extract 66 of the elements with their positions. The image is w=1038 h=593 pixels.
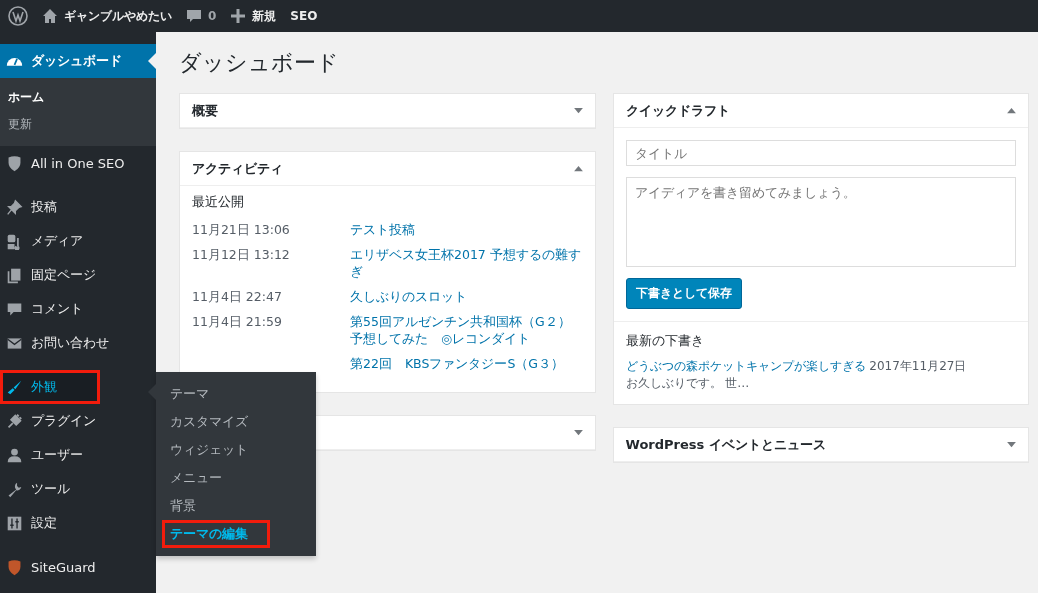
shield-icon xyxy=(6,154,23,172)
panel-title: アクティビティ xyxy=(192,159,283,178)
home-icon[interactable] xyxy=(42,8,58,24)
plug-icon xyxy=(6,412,23,430)
menu-item[interactable]: 固定ページ xyxy=(0,258,156,292)
title-input[interactable]: タイトル xyxy=(625,140,1016,166)
submenu-item[interactable]: 更新 xyxy=(0,111,156,138)
submenu-item[interactable]: ホーム xyxy=(0,84,156,111)
pages-icon xyxy=(6,266,23,284)
menu-item[interactable]: ユーザー xyxy=(0,438,156,472)
menu-item[interactable]: 外観 xyxy=(0,370,100,404)
submenu-item[interactable]: ウィジェット xyxy=(156,436,316,464)
panel-title: 概要 xyxy=(192,101,218,120)
sliders-icon xyxy=(6,514,23,532)
media-icon xyxy=(6,232,23,250)
site-name-link[interactable]: ギャンブルやめたい xyxy=(64,7,172,25)
menu-item[interactable]: ツール xyxy=(0,472,156,506)
pin-icon xyxy=(6,198,23,216)
save-draft-button[interactable]: 下書きとして保存 xyxy=(625,278,742,309)
menu-item[interactable]: メディア xyxy=(0,224,156,258)
post-date: 11月12日 13:12 xyxy=(192,246,291,264)
toggle-icon[interactable] xyxy=(573,165,583,172)
panel-title: クイックドラフト xyxy=(625,101,730,120)
menu-item[interactable]: お問い合わせ xyxy=(0,326,156,360)
new-link[interactable]: 新規 xyxy=(252,7,277,25)
logo-icon[interactable] xyxy=(8,6,28,26)
seo-link[interactable]: SEO xyxy=(290,9,318,23)
menu-item[interactable]: All in One SEO xyxy=(0,146,156,180)
post-date: 11月4日 21:59 xyxy=(192,313,283,331)
toggle-icon[interactable] xyxy=(1007,107,1016,114)
post-link[interactable]: 第22回 KBSファンタジーS（G３） xyxy=(350,355,583,372)
brush-icon xyxy=(6,378,23,396)
page-title: ダッシュボード xyxy=(179,49,340,77)
panel-title: WordPress イベントとニュース xyxy=(625,435,826,454)
toggle-icon[interactable] xyxy=(573,429,583,436)
wrench-icon xyxy=(6,480,23,498)
section-heading: 最近公開 xyxy=(192,194,245,211)
post-link[interactable]: 久しぶりのスロット xyxy=(350,288,583,305)
content-textarea[interactable]: アイディアを書き留めてみましょう。 xyxy=(625,177,1016,267)
menu-item[interactable]: 設定 xyxy=(0,506,156,540)
draft-excerpt: お久しぶりです。 世… xyxy=(625,375,751,392)
post-link[interactable]: 第55回アルゼンチン共和国杯（G２）予想してみた ◎レコンダイト xyxy=(350,313,583,347)
comment-count: 0 xyxy=(208,9,217,23)
user-icon xyxy=(6,446,23,464)
post-date: 11月4日 22:47 xyxy=(192,288,283,305)
submenu-item[interactable]: カスタマイズ xyxy=(156,408,316,436)
menu-item[interactable]: SiteGuard xyxy=(0,550,156,584)
plus-icon[interactable] xyxy=(230,8,247,24)
draft-date: 2017年11月27日 xyxy=(869,359,967,373)
section-heading: 最新の下書き xyxy=(625,332,705,350)
menu-item[interactable]: 投稿 xyxy=(0,190,156,224)
draft-link[interactable]: どうぶつの森ポケットキャンプが楽しすぎる xyxy=(625,359,866,373)
submenu-item[interactable]: メニュー xyxy=(156,464,316,492)
post-link[interactable]: テスト投稿 xyxy=(350,221,583,238)
toggle-icon[interactable] xyxy=(1007,441,1016,448)
menu-item[interactable]: ダッシュボード xyxy=(0,44,156,78)
comment-icon[interactable] xyxy=(186,8,202,24)
submenu-item[interactable]: テーマの編集 xyxy=(162,520,270,548)
menu-item[interactable]: コメント xyxy=(0,292,156,326)
post-link[interactable]: エリザベス女王杯2017 予想するの難すぎ xyxy=(350,246,583,280)
menu-item[interactable]: プラグイン xyxy=(0,404,156,438)
shield-icon xyxy=(6,558,23,576)
submenu-item[interactable]: 背景 xyxy=(156,492,316,520)
submenu-item[interactable]: テーマ xyxy=(156,380,316,408)
post-date: 11月21日 13:06 xyxy=(192,221,291,238)
toggle-icon[interactable] xyxy=(573,107,583,114)
